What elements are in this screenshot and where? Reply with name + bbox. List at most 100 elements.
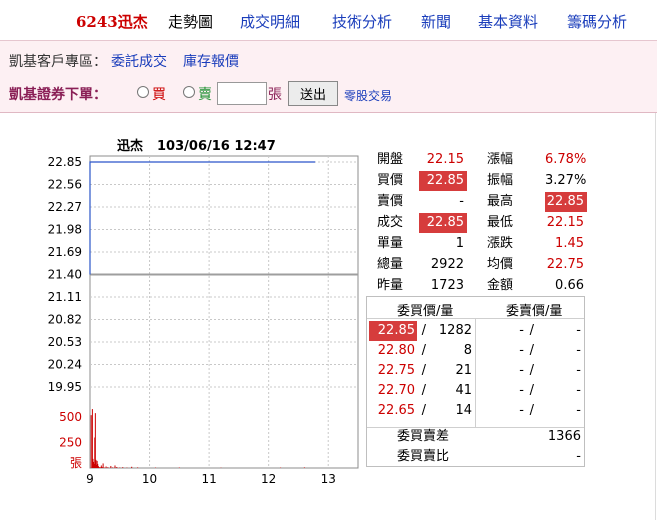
x-tick-label: 9: [86, 472, 94, 486]
book-row: 22.85/1282- / -: [367, 321, 584, 341]
client-area-label: 凱基客戶專區：: [9, 54, 107, 70]
quote-value: 0.66: [555, 278, 584, 293]
sell-label[interactable]: 賣: [198, 84, 212, 104]
book-ratio-row: 委買賣比 -: [367, 447, 584, 467]
quote-label: 漲幅: [487, 152, 514, 167]
book-separator: /: [421, 383, 426, 398]
quote-row: 開盤 22.15 漲幅 6.78%: [375, 150, 590, 170]
book-separator: /: [421, 403, 426, 418]
intraday-chart: 迅杰 103/06/16 12:47 22.85 22.56 22.27 21.98 21…: [0, 113, 370, 520]
book-ask-qty: -: [576, 343, 581, 358]
nav-stock-title: 6243迅杰: [76, 13, 148, 31]
odd-lot-link[interactable]: 零股交易: [344, 87, 392, 104]
y-tick-label: 21.40: [48, 268, 82, 282]
nav-tab-trend[interactable]: 走勢圖: [168, 11, 213, 32]
volume-tick-label: 250: [59, 436, 82, 450]
y-tick-label: 19.95: [48, 380, 82, 394]
quote-row: 單量 1 漲跌 1.45: [375, 234, 590, 254]
buy-label[interactable]: 買: [152, 84, 166, 104]
book-ratio-label: 委買賣比: [396, 449, 449, 464]
nav-tab-technical[interactable]: 技術分析: [332, 11, 392, 32]
quote-value: 22.85: [545, 192, 587, 212]
nav-tab-chips[interactable]: 籌碼分析: [567, 11, 627, 32]
quote-label: 買價: [377, 173, 404, 188]
y-tick-label: 22.85: [48, 155, 82, 169]
quote-value: 2922: [430, 257, 464, 272]
quote-row: 總量 2922 均價 22.75: [375, 255, 590, 275]
quote-label: 均價: [487, 257, 514, 272]
quote-label: 昨量: [377, 278, 404, 293]
quote-value: 1: [455, 236, 464, 251]
nav-tab-trade-detail[interactable]: 成交明細: [240, 11, 300, 32]
quote-value: 22.15: [546, 215, 584, 230]
book-separator: /: [421, 363, 426, 378]
y-tick-label: 22.27: [48, 200, 82, 214]
book-diff-row: 委買賣差 1366: [367, 427, 584, 447]
book-ask-qty: -: [576, 403, 581, 418]
sell-radio[interactable]: [183, 86, 195, 98]
book-bid-price: 22.80: [377, 343, 415, 358]
book-ask-price: -: [519, 383, 524, 398]
quote-value: 22.15: [426, 152, 464, 167]
quote-row: 賣價 - 最高 22.85: [375, 192, 590, 212]
book-bid-qty: 21: [455, 363, 472, 378]
quote-label: 漲跌: [487, 236, 514, 251]
y-tick-label: 21.98: [48, 223, 82, 237]
book-bid-qty: 1282: [438, 323, 472, 338]
book-diff-value: 1366: [547, 429, 581, 444]
quote-label: 最高: [487, 194, 514, 209]
quote-label: 最低: [487, 215, 514, 230]
book-separator: /: [529, 403, 534, 418]
quote-label: 成交: [377, 215, 404, 230]
book-bid-qty: 14: [455, 403, 472, 418]
book-diff-label: 委買賣差: [396, 429, 449, 444]
y-tick-label: 20.82: [48, 313, 82, 327]
quantity-input[interactable]: [217, 82, 267, 105]
book-ask-price: -: [519, 403, 524, 418]
y-tick-label: 21.11: [48, 290, 82, 304]
quote-value: -: [459, 194, 464, 209]
book-separator: /: [421, 343, 426, 358]
quote-value: 1723: [430, 278, 464, 293]
orders-link[interactable]: 委託成交: [111, 54, 167, 70]
quote-row: 昨量 1723 金額 0.66: [375, 276, 590, 296]
book-separator: /: [529, 383, 534, 398]
inventory-link[interactable]: 庫存報價: [183, 54, 239, 70]
volume-unit-label: 張: [70, 456, 82, 470]
book-row: 22.65/14- / -: [367, 401, 584, 421]
client-bar: 凱基客戶專區： 委託成交 庫存報價 凱基證券下單： 買 賣 張 送出 零股交易: [0, 40, 657, 113]
chart-svg: 22.85 22.56 22.27 21.98 21.69 21.40 21.11 20.82…: [48, 155, 359, 486]
x-tick-label: 11: [201, 472, 216, 486]
quote-label: 總量: [377, 257, 404, 272]
nav-tab-news[interactable]: 新聞: [421, 11, 451, 32]
x-tick-label: 12: [261, 472, 276, 486]
quote-label: 賣價: [377, 194, 404, 209]
nav-tab-fundamentals[interactable]: 基本資料: [478, 11, 538, 32]
top-nav: 6243迅杰 走勢圖 成交明細 技術分析 新聞 基本資料 籌碼分析: [0, 0, 657, 40]
x-tick-label: 13: [321, 472, 336, 486]
page-border: [655, 113, 656, 520]
quote-label: 開盤: [377, 152, 404, 167]
book-ratio-value: -: [576, 449, 581, 464]
x-tick-label: 10: [142, 472, 157, 486]
book-bid-price: 22.75: [377, 363, 415, 378]
book-bid-price: 22.85: [369, 321, 417, 341]
book-head-ask: 委賣價/量: [506, 304, 563, 319]
volume-tick-label: 500: [59, 410, 82, 424]
quote-row: 成交 22.85 最低 22.15: [375, 213, 590, 233]
chart-stock-name: 迅杰: [117, 139, 144, 154]
book-separator: /: [529, 363, 534, 378]
chart-frame: [89, 155, 359, 469]
y-tick-label: 21.69: [48, 245, 82, 259]
book-ask-price: -: [519, 343, 524, 358]
order-title: 凱基證券下單：: [9, 87, 107, 103]
buy-radio[interactable]: [137, 86, 149, 98]
book-bid-qty: 8: [463, 343, 472, 358]
submit-button[interactable]: 送出: [288, 81, 338, 106]
quote-label: 單量: [377, 236, 404, 251]
quote-value: 3.27%: [545, 173, 587, 188]
quote-value: 6.78%: [545, 152, 587, 167]
y-tick-label: 22.56: [48, 178, 82, 192]
client-area-row: 凱基客戶專區： 委託成交 庫存報價: [9, 51, 239, 71]
quote-label: 振幅: [487, 173, 514, 188]
